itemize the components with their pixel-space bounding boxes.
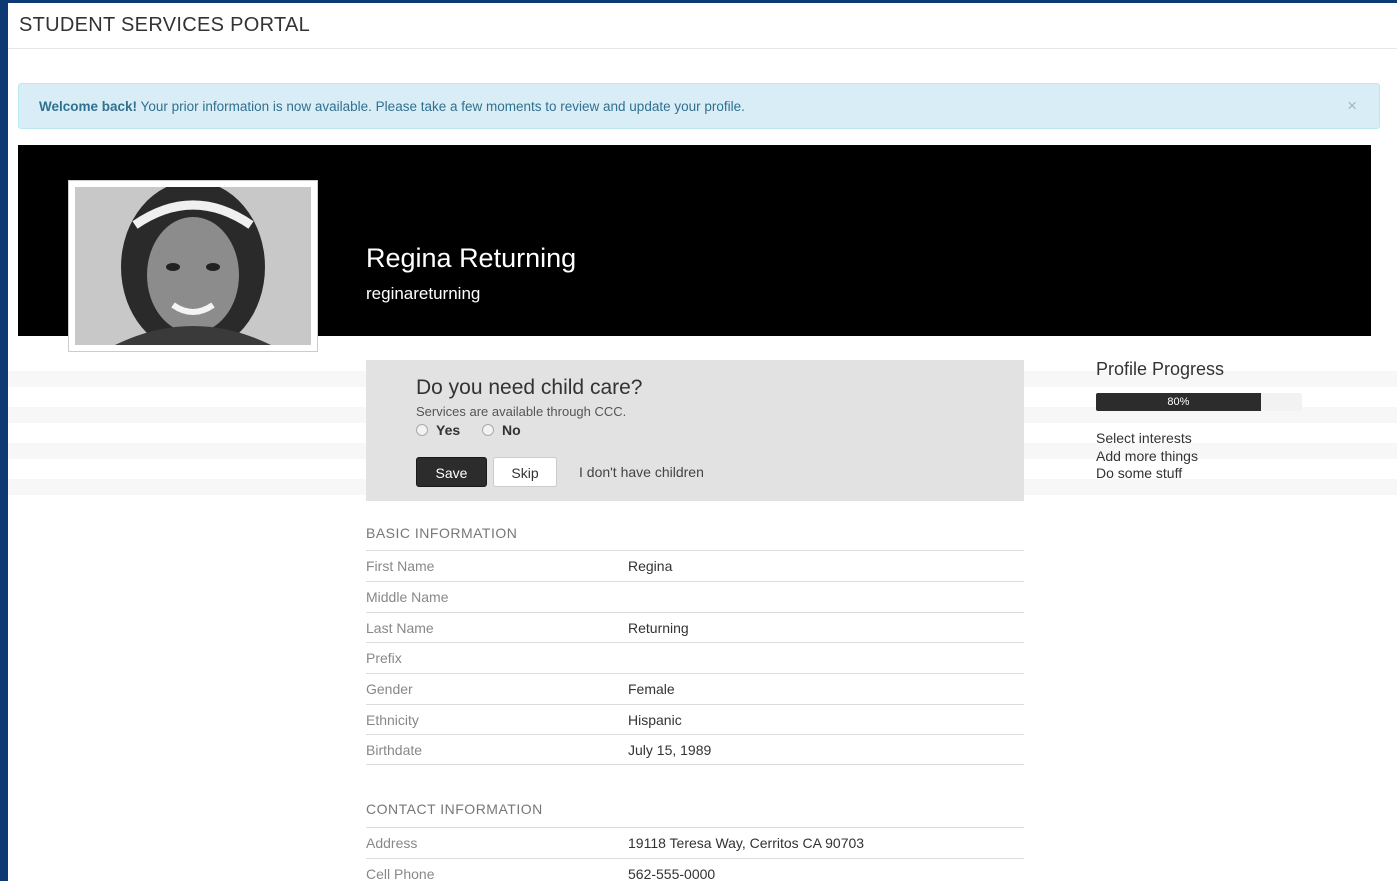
table-row: Gender Female: [366, 673, 1024, 704]
basic-info-heading: BASIC INFORMATION: [366, 525, 518, 541]
radio-circle-icon[interactable]: [416, 424, 428, 436]
field-label: Cell Phone: [366, 866, 435, 881]
table-row: First Name Regina: [366, 550, 1024, 581]
card-subtext: Services are available through CCC.: [416, 404, 627, 419]
portal-brand[interactable]: STUDENT SERVICES PORTAL: [19, 14, 310, 37]
field-label: Last Name: [366, 620, 434, 636]
childcare-card: Do you need child care? Services are ava…: [366, 360, 1024, 501]
alert-message: Welcome back! Your prior information is …: [39, 99, 745, 114]
table-row: Last Name Returning: [366, 612, 1024, 643]
no-children-link[interactable]: I don't have children: [579, 464, 704, 480]
profile-name: Regina Returning: [366, 243, 577, 273]
card-question: Do you need child care?: [416, 376, 643, 399]
alert-body: Your prior information is now available.…: [137, 99, 745, 114]
avatar: [68, 180, 318, 352]
portrait-icon: [75, 187, 311, 345]
field-value: 19118 Teresa Way, Cerritos CA 90703: [628, 835, 865, 851]
field-value: 562-555-0000: [628, 866, 716, 881]
task-link[interactable]: Do some stuff: [1096, 465, 1198, 483]
avatar-image: [75, 187, 311, 345]
field-label: Middle Name: [366, 589, 449, 605]
table-row: Cell Phone 562-555-0000: [366, 858, 1024, 881]
childcare-radio-group: Yes No: [416, 422, 539, 438]
skip-button[interactable]: Skip: [493, 457, 557, 487]
table-row: Birthdate July 15, 1989: [366, 734, 1024, 765]
progress-fill: 80%: [1096, 393, 1261, 411]
field-value: Hispanic: [628, 712, 682, 728]
field-label: Ethnicity: [366, 712, 419, 728]
task-link[interactable]: Select interests: [1096, 430, 1198, 448]
contact-info-heading: CONTACT INFORMATION: [366, 801, 543, 817]
field-label: First Name: [366, 558, 435, 574]
field-label: Birthdate: [366, 742, 423, 758]
radio-circle-icon[interactable]: [482, 424, 495, 436]
radio-no[interactable]: No: [482, 422, 521, 438]
task-link[interactable]: Add more things: [1096, 448, 1198, 466]
radio-no-label: No: [502, 422, 521, 438]
top-navbar: STUDENT SERVICES PORTAL: [8, 3, 1397, 49]
profile-username: reginareturning: [366, 284, 481, 303]
alert-strong: Welcome back!: [39, 99, 138, 114]
table-row: Prefix: [366, 642, 1024, 673]
table-row: Address 19118 Teresa Way, Cerritos CA 90…: [366, 827, 1024, 858]
field-label: Address: [366, 835, 418, 851]
radio-yes[interactable]: Yes: [416, 422, 460, 438]
progress-title: Profile Progress: [1096, 359, 1225, 379]
welcome-alert: Welcome back! Your prior information is …: [18, 83, 1380, 129]
table-row: Middle Name: [366, 581, 1024, 612]
progress-task-list: Select interests Add more things Do some…: [1096, 430, 1198, 483]
close-icon[interactable]: ×: [1347, 96, 1357, 116]
field-label: Gender: [366, 681, 413, 697]
app-frame: STUDENT SERVICES PORTAL Welcome back! Yo…: [8, 3, 1397, 881]
profile-progress-bar: 80%: [1096, 393, 1302, 411]
field-value: Female: [628, 681, 675, 697]
field-value: July 15, 1989: [628, 742, 712, 758]
table-row: Ethnicity Hispanic: [366, 704, 1024, 735]
radio-yes-label: Yes: [436, 422, 461, 438]
field-label: Prefix: [366, 650, 402, 666]
field-value: Returning: [628, 620, 689, 636]
field-value: Regina: [628, 558, 673, 574]
save-button[interactable]: Save: [416, 457, 487, 487]
